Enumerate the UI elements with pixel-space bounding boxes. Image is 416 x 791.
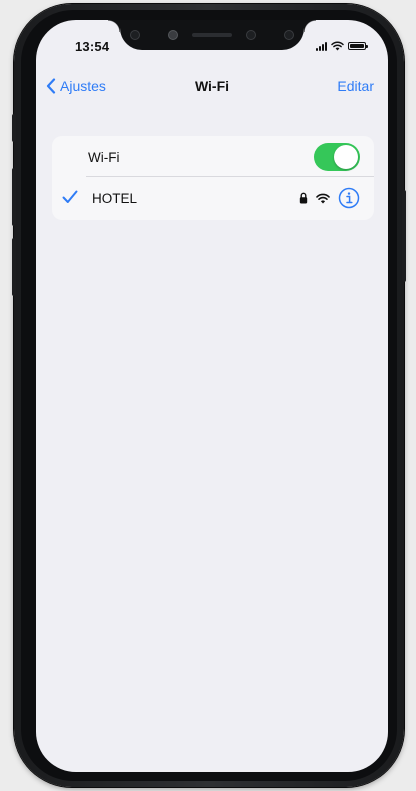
lock-icon (299, 192, 308, 204)
volume-up-button (12, 168, 16, 226)
power-button (402, 190, 406, 282)
toggle-knob (334, 145, 358, 169)
wifi-signal-icon (316, 193, 330, 203)
earpiece-speaker (192, 33, 232, 37)
row-divider (86, 176, 374, 177)
navigation-bar: Ajustes Wi-Fi Editar (36, 74, 388, 98)
volume-down-button (12, 238, 16, 296)
wifi-toggle[interactable] (314, 143, 360, 171)
status-icons (316, 41, 368, 51)
sensor-dot (246, 30, 256, 40)
info-icon[interactable] (338, 187, 360, 209)
battery-icon (348, 42, 368, 50)
page-title: Wi-Fi (194, 78, 230, 94)
cellular-signal-icon (316, 41, 327, 51)
wifi-toggle-row: Wi-Fi (52, 137, 374, 177)
sensor-dot (284, 30, 294, 40)
checkmark-icon (62, 190, 78, 203)
network-row-hotel[interactable]: HOTEL (52, 178, 374, 218)
edit-button[interactable]: Editar (337, 74, 374, 98)
wifi-label: Wi-Fi (88, 149, 120, 165)
network-status-icons (299, 187, 360, 209)
network-name: HOTEL (92, 190, 138, 206)
mute-switch (12, 114, 16, 142)
camera-dot (168, 30, 178, 40)
status-time: 13:54 (75, 39, 110, 54)
notch (108, 20, 304, 50)
phone-screen: 13:54 Ajustes Wi-Fi Editar Wi-Fi HOTEL (36, 20, 388, 772)
home-indicator (158, 760, 266, 764)
wifi-status-icon (331, 41, 344, 51)
wifi-settings-group: Wi-Fi HOTEL (52, 136, 374, 220)
sensor-dot (130, 30, 140, 40)
